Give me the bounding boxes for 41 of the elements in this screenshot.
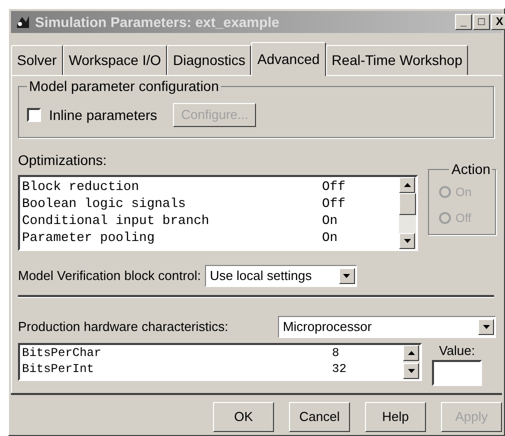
optimizations-label: Optimizations:: [18, 152, 108, 168]
value-label: Value:: [439, 343, 475, 358]
dropdown[interactable]: Use local settings: [204, 265, 357, 287]
maximize-button[interactable]: □: [473, 14, 490, 30]
list-item-name[interactable]: Conditional input branch: [22, 212, 322, 229]
dropdown[interactable]: Microprocessor: [278, 316, 496, 338]
list-item-name[interactable]: BitsPerInt: [22, 361, 332, 377]
tab[interactable]: Solver: [11, 45, 63, 75]
minimize-button[interactable]: _: [455, 14, 472, 30]
list-item-name[interactable]: Parameter pooling: [22, 229, 322, 246]
production-hardware-label: Production hardware characteristics:: [18, 318, 230, 336]
tab[interactable]: Workspace I/O: [62, 45, 168, 75]
scrollbar[interactable]: [399, 177, 416, 249]
scrollbar[interactable]: [403, 345, 420, 379]
group-title: Model parameter configuration: [27, 78, 221, 94]
checkbox[interactable]: [27, 108, 41, 122]
checkbox-label: Inline parameters: [49, 106, 158, 125]
list-item-value: 32: [332, 361, 346, 377]
list-item-value: On: [322, 229, 338, 246]
list-item-value: Off: [322, 178, 346, 195]
app-icon: [15, 14, 31, 30]
dialog-button[interactable]: OK: [213, 402, 274, 432]
window-title: Simulation Parameters: ext_example: [35, 12, 280, 32]
tab[interactable]: Real-Time Workshop: [326, 45, 468, 75]
list-item-name[interactable]: Block reduction: [22, 178, 322, 195]
list-item-value: Off: [322, 195, 346, 212]
dropdown-value: Use local settings: [210, 267, 312, 286]
list-item-value: 8: [332, 345, 340, 361]
tab[interactable]: Diagnostics: [167, 45, 252, 75]
model-verification-label: Model Verification block control:: [18, 267, 201, 286]
list-item-value: On: [322, 212, 338, 229]
scroll-thumb[interactable]: [399, 193, 416, 215]
group-title: Action: [449, 161, 492, 177]
close-button[interactable]: X: [491, 14, 505, 30]
dialog-button[interactable]: Cancel: [289, 402, 350, 432]
list-item-name[interactable]: BitsPerChar: [22, 345, 332, 361]
tab[interactable]: Advanced: [251, 42, 326, 76]
list-item-name[interactable]: Boolean logic signals: [22, 195, 322, 212]
dropdown-value: Microprocessor: [282, 318, 372, 336]
value-field[interactable]: [432, 360, 482, 386]
dialog-button[interactable]: Help: [365, 402, 426, 432]
